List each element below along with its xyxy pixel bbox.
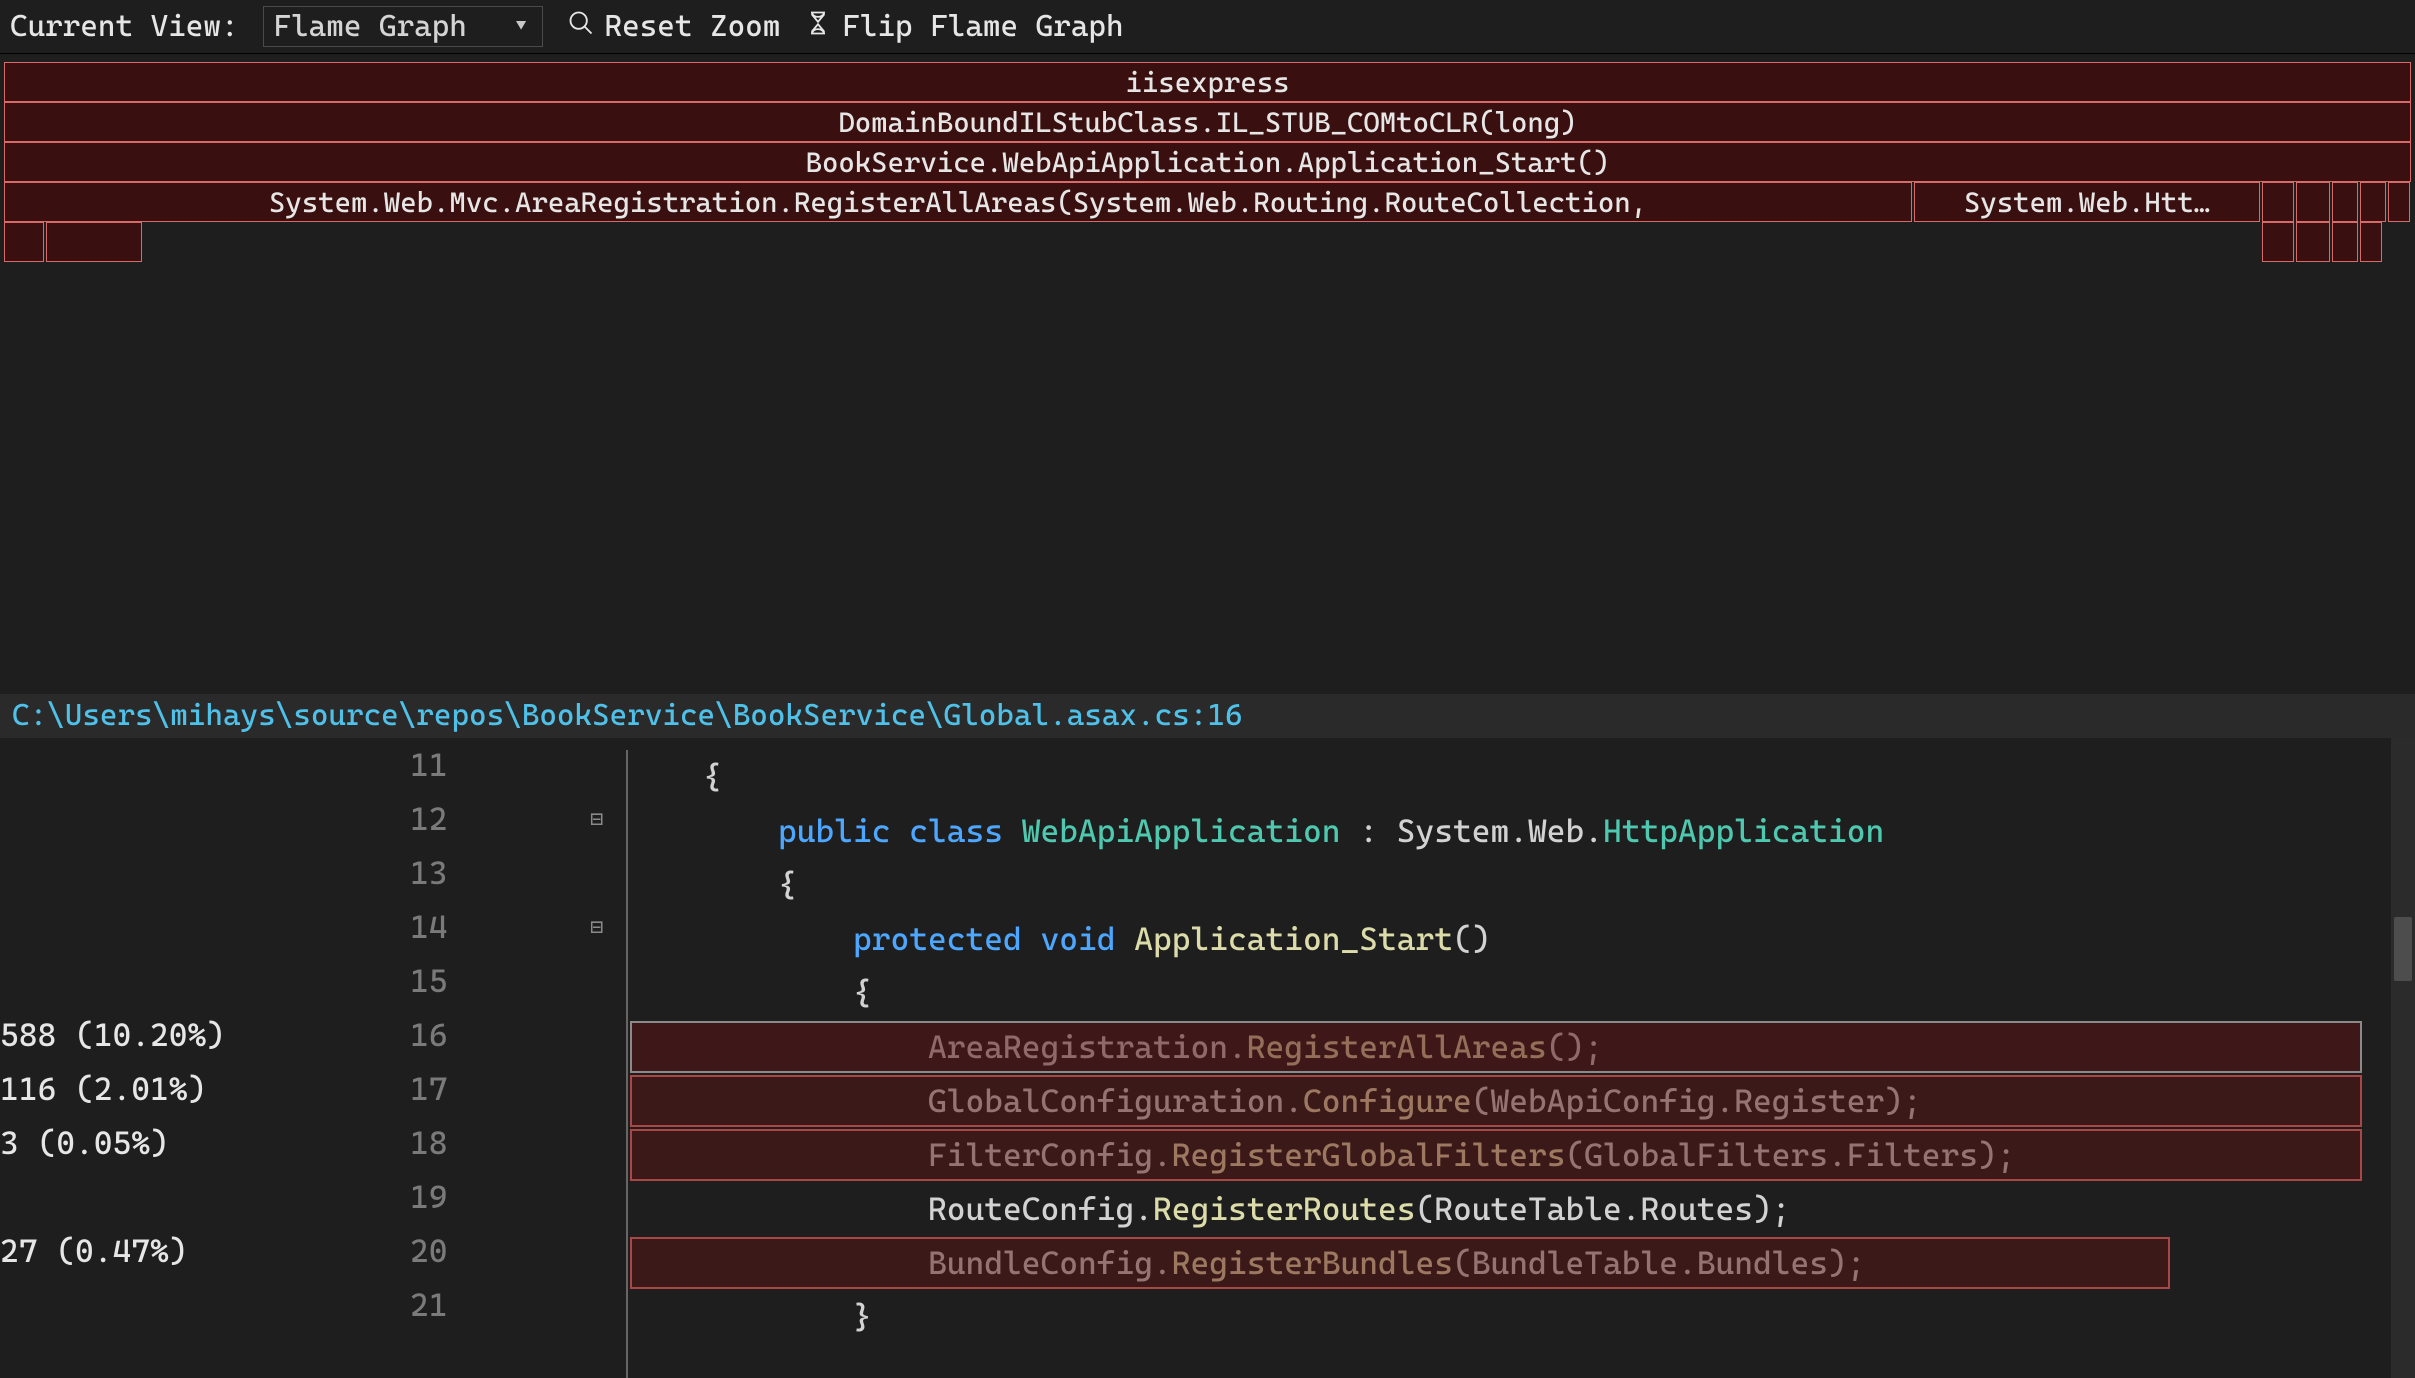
hourglass-icon [804,9,832,45]
code-column[interactable]: { public class WebApiApplication : Syste… [620,738,2415,1378]
fold-toggle [590,1224,620,1278]
sample-count [0,1170,390,1224]
flame-frame[interactable] [46,222,142,262]
flame-frame[interactable] [4,222,44,262]
magnifier-icon [567,9,595,45]
fold-toggle [590,846,620,900]
sample-count: 3 (0.05%) [0,1116,390,1170]
reset-zoom-label: Reset Zoom [605,9,781,44]
code-line[interactable]: public class WebApiApplication : System.… [628,804,2415,858]
flame-frame[interactable]: System.Web.Mvc.AreaRegistration.Register… [4,182,1912,222]
flame-frame[interactable]: System.Web.Htt… [1914,182,2260,222]
sample-count [0,954,390,1008]
sample-count: 27 (0.47%) [0,1224,390,1278]
fold-toggle [590,1008,620,1062]
code-line[interactable]: RouteConfig.RegisterRoutes(RouteTable.Ro… [628,1182,2415,1236]
fold-toggle [590,1170,620,1224]
flame-frame[interactable] [2388,182,2410,222]
chevron-down-icon: ▾ [515,14,528,39]
line-number: 11 [410,738,570,792]
code-line[interactable]: GlobalConfiguration.Configure(WebApiConf… [628,1074,2415,1128]
fold-toggle [590,1278,620,1332]
fold-toggle [590,738,620,792]
code-line[interactable]: { [628,750,2415,804]
line-number: 14 [410,900,570,954]
sample-count: 116 (2.01%) [0,1062,390,1116]
view-select[interactable]: Flame Graph ▾ [263,6,543,47]
line-number: 17 [410,1062,570,1116]
current-view-label: Current View: [10,9,239,44]
line-number: 15 [410,954,570,1008]
line-number-column: 1112131415161718192021 [410,738,590,1378]
flame-frame[interactable] [2262,222,2294,262]
flame-frame[interactable]: DomainBoundILStubClass.IL_STUB_COMtoCLR(… [4,102,2411,142]
scroll-thumb[interactable] [2394,917,2412,981]
flame-frame[interactable]: BookService.WebApiApplication.Applicatio… [4,142,2411,182]
fold-toggle [590,954,620,1008]
line-number: 18 [410,1116,570,1170]
toolbar: Current View: Flame Graph ▾ Reset Zoom F… [0,0,2415,54]
sample-count [0,900,390,954]
sample-count [0,738,390,792]
sample-count [0,1278,390,1332]
flame-frame[interactable] [2332,182,2358,222]
flame-frame[interactable] [2360,222,2382,262]
flame-frame[interactable]: iisexpress [4,62,2411,102]
fold-toggle [590,1062,620,1116]
sample-count: 588 (10.20%) [0,1008,390,1062]
samples-column: 588 (10.20%)116 (2.01%)3 (0.05%) 27 (0.47… [0,738,410,1378]
reset-zoom-button[interactable]: Reset Zoom [567,9,781,45]
flip-flame-label: Flip Flame Graph [842,9,1123,44]
flame-frame[interactable] [2262,182,2294,222]
code-line[interactable]: } [628,1290,2415,1344]
fold-toggle[interactable]: ⊟ [590,900,620,954]
line-number: 21 [410,1278,570,1332]
line-number: 16 [410,1008,570,1062]
code-line[interactable]: FilterConfig.RegisterGlobalFilters(Globa… [628,1128,2415,1182]
line-number: 13 [410,846,570,900]
flip-flame-button[interactable]: Flip Flame Graph [804,9,1123,45]
code-line[interactable]: { [628,858,2415,912]
flame-frame[interactable] [2296,182,2330,222]
code-line[interactable]: BundleConfig.RegisterBundles(BundleTable… [628,1236,2415,1290]
code-line[interactable]: { [628,966,2415,1020]
flame-frame[interactable] [2360,182,2386,222]
code-line[interactable]: protected void Application_Start() [628,912,2415,966]
line-number: 20 [410,1224,570,1278]
fold-toggle [590,1116,620,1170]
flame-frame[interactable] [2332,222,2358,262]
file-path-bar: C:\Users\mihays\source\repos\BookService… [0,694,2415,738]
sample-count [0,846,390,900]
fold-toggle[interactable]: ⊟ [590,792,620,846]
line-number: 19 [410,1170,570,1224]
sample-count [0,792,390,846]
flame-graph[interactable]: iisexpressDomainBoundILStubClass.IL_STUB… [0,54,2415,694]
code-editor[interactable]: 588 (10.20%)116 (2.01%)3 (0.05%) 27 (0.47… [0,738,2415,1378]
view-select-value: Flame Graph [274,9,467,44]
line-number: 12 [410,792,570,846]
fold-column[interactable]: ⊟⊟ [590,738,620,1378]
vertical-scrollbar[interactable] [2391,738,2415,1378]
code-line[interactable]: AreaRegistration.RegisterAllAreas(); [628,1020,2415,1074]
flame-frame[interactable] [2296,222,2330,262]
